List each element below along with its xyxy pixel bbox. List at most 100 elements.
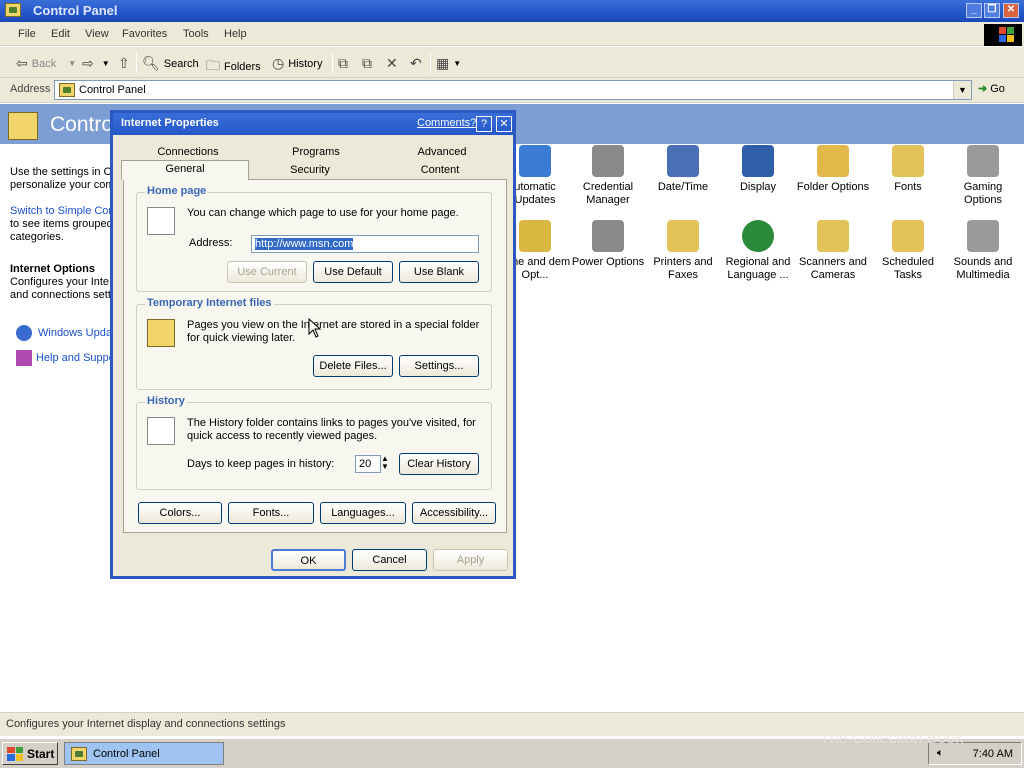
go-button[interactable]: ➜ Go bbox=[978, 82, 1005, 96]
start-button[interactable]: Start bbox=[2, 742, 58, 765]
up-folder-icon: ⇧ bbox=[118, 55, 130, 71]
history-text-line2: quick access to recently viewed pages. bbox=[187, 430, 378, 442]
address-dropdown-icon[interactable]: ▼ bbox=[953, 81, 971, 99]
dialog-title-bar[interactable]: Internet Properties Comments? ? ✕ bbox=[113, 113, 513, 135]
history-button[interactable]: ◷ History bbox=[272, 55, 322, 72]
help-button[interactable]: ? bbox=[476, 116, 492, 132]
back-dropdown-icon[interactable]: ▼ bbox=[68, 59, 76, 68]
cp-item-sounds-multimedia[interactable]: Sounds and Multimedia bbox=[946, 220, 1020, 282]
temp-files-group-title: Temporary Internet files bbox=[145, 297, 274, 309]
cp-item-printers-faxes[interactable]: Printers and Faxes bbox=[646, 220, 720, 282]
clear-history-button[interactable]: Clear History bbox=[399, 453, 479, 475]
control-panel-icon bbox=[59, 83, 75, 97]
intro-text-line2: personalize your com bbox=[10, 179, 110, 191]
windows-logo-icon bbox=[984, 24, 1022, 46]
internet-properties-dialog: Internet Properties Comments? ? ✕ Connec… bbox=[110, 110, 516, 579]
cp-item-display[interactable]: Display bbox=[721, 145, 795, 194]
toolbar-separator bbox=[136, 53, 137, 73]
dialog-close-button[interactable]: ✕ bbox=[496, 116, 512, 132]
up-folder-button[interactable]: ⇧ bbox=[118, 55, 130, 72]
history-text-line1: The History folder contains links to pag… bbox=[187, 417, 476, 429]
homepage-description: You can change which page to use for you… bbox=[187, 207, 459, 219]
cp-item-fonts[interactable]: Fonts bbox=[871, 145, 945, 194]
menu-tools[interactable]: Tools bbox=[183, 28, 209, 40]
camera-folder-icon bbox=[817, 220, 849, 252]
delete-files-button[interactable]: Delete Files... bbox=[313, 355, 393, 377]
use-current-button[interactable]: Use Current bbox=[227, 261, 307, 283]
search-button[interactable]: 🔍︎ Search bbox=[142, 55, 199, 72]
taskbar-control-panel-button[interactable]: Control Panel bbox=[64, 742, 224, 765]
restore-button[interactable]: ❐ bbox=[984, 3, 1000, 18]
apply-button[interactable]: Apply bbox=[433, 549, 508, 571]
temp-files-text-line1: Pages you view on the Internet are store… bbox=[187, 319, 480, 331]
fonts-button[interactable]: Fonts... bbox=[228, 502, 314, 524]
selected-item-desc-line2: and connections setti bbox=[10, 289, 110, 301]
colors-button[interactable]: Colors... bbox=[138, 502, 222, 524]
homepage-address-input[interactable]: http://www.msn.com bbox=[251, 235, 479, 253]
cp-item-date-time[interactable]: Date/Time bbox=[646, 145, 720, 194]
folder-options-icon bbox=[817, 145, 849, 177]
tab-advanced[interactable]: Advanced bbox=[379, 144, 505, 162]
spin-down-icon[interactable]: ▼ bbox=[381, 462, 389, 471]
help-support-icon bbox=[16, 350, 32, 366]
ok-button[interactable]: OK bbox=[271, 549, 346, 571]
back-button[interactable]: ⇦ Back ▼ bbox=[16, 55, 76, 72]
volume-icon[interactable]: 🔈︎ bbox=[937, 747, 944, 760]
delete-button[interactable]: ✕ bbox=[386, 55, 398, 72]
forward-dropdown-icon[interactable]: ▼ bbox=[102, 59, 110, 68]
days-to-keep-input[interactable]: 20 bbox=[355, 455, 381, 473]
fonts-folder-icon bbox=[892, 145, 924, 177]
menu-favorites[interactable]: Favorites bbox=[122, 28, 167, 40]
homepage-group: Home page You can change which page to u… bbox=[136, 185, 492, 292]
cp-item-scheduled-tasks[interactable]: Scheduled Tasks bbox=[871, 220, 945, 282]
globe-icon bbox=[742, 220, 774, 252]
accessibility-button[interactable]: Accessibility... bbox=[412, 502, 496, 524]
joystick-icon bbox=[967, 145, 999, 177]
ie-folder-icon bbox=[147, 319, 175, 347]
cp-item-power-options[interactable]: Power Options bbox=[571, 220, 645, 269]
tab-general[interactable]: General bbox=[121, 160, 249, 180]
menu-edit[interactable]: Edit bbox=[51, 28, 70, 40]
copy-to-icon: ⧉ bbox=[362, 55, 372, 71]
copy-to-button[interactable]: ⧉ bbox=[362, 55, 372, 72]
menu-file[interactable]: File bbox=[18, 28, 36, 40]
window-title-bar[interactable]: Control Panel _ ❐ ✕ bbox=[0, 0, 1024, 22]
menu-view[interactable]: View bbox=[85, 28, 109, 40]
cancel-button[interactable]: Cancel bbox=[352, 549, 427, 571]
tab-security[interactable]: Security bbox=[249, 162, 371, 180]
delete-icon: ✕ bbox=[386, 55, 398, 71]
tab-programs[interactable]: Programs bbox=[253, 144, 379, 162]
homepage-group-title: Home page bbox=[145, 185, 209, 197]
cp-item-regional-language[interactable]: Regional and Language ... bbox=[721, 220, 795, 282]
languages-button[interactable]: Languages... bbox=[320, 502, 406, 524]
use-blank-button[interactable]: Use Blank bbox=[399, 261, 479, 283]
history-clock-icon bbox=[147, 417, 175, 445]
move-to-icon: ⧉ bbox=[338, 55, 348, 71]
switch-view-link[interactable]: Switch to Simple Con bbox=[10, 205, 110, 218]
cp-item-credential-manager[interactable]: Credential Manager bbox=[571, 145, 645, 207]
move-to-button[interactable]: ⧉ bbox=[338, 55, 348, 72]
speaker-icon bbox=[967, 220, 999, 252]
menu-help[interactable]: Help bbox=[224, 28, 247, 40]
selected-item-desc-line1: Configures your Inte bbox=[10, 276, 110, 288]
forward-button[interactable]: ⇨ ▼ bbox=[82, 55, 110, 72]
minimize-button[interactable]: _ bbox=[966, 3, 982, 18]
views-button[interactable]: ▦ ▼ bbox=[436, 55, 461, 72]
address-field[interactable]: Control Panel ▼ bbox=[54, 80, 972, 100]
control-panel-icon bbox=[71, 746, 87, 761]
close-button[interactable]: ✕ bbox=[1003, 3, 1019, 18]
days-spinner[interactable]: ▲ ▼ bbox=[379, 455, 391, 473]
history-group-title: History bbox=[145, 395, 187, 407]
comments-link[interactable]: Comments? bbox=[417, 117, 476, 129]
history-group: History The History folder contains link… bbox=[136, 395, 492, 490]
use-default-button[interactable]: Use Default bbox=[313, 261, 393, 283]
undo-button[interactable]: ↶ bbox=[410, 55, 422, 72]
forward-arrow-icon: ⇨ bbox=[82, 55, 94, 71]
cp-item-scanners-cameras[interactable]: Scanners and Cameras bbox=[796, 220, 870, 282]
windows-flag-icon bbox=[7, 746, 23, 761]
cp-item-gaming-options[interactable]: Gaming Options bbox=[946, 145, 1020, 207]
tab-content[interactable]: Content bbox=[377, 162, 503, 180]
cp-item-folder-options[interactable]: Folder Options bbox=[796, 145, 870, 194]
settings-button[interactable]: Settings... bbox=[399, 355, 479, 377]
folders-button[interactable]: 🗀 Folders bbox=[206, 55, 261, 79]
